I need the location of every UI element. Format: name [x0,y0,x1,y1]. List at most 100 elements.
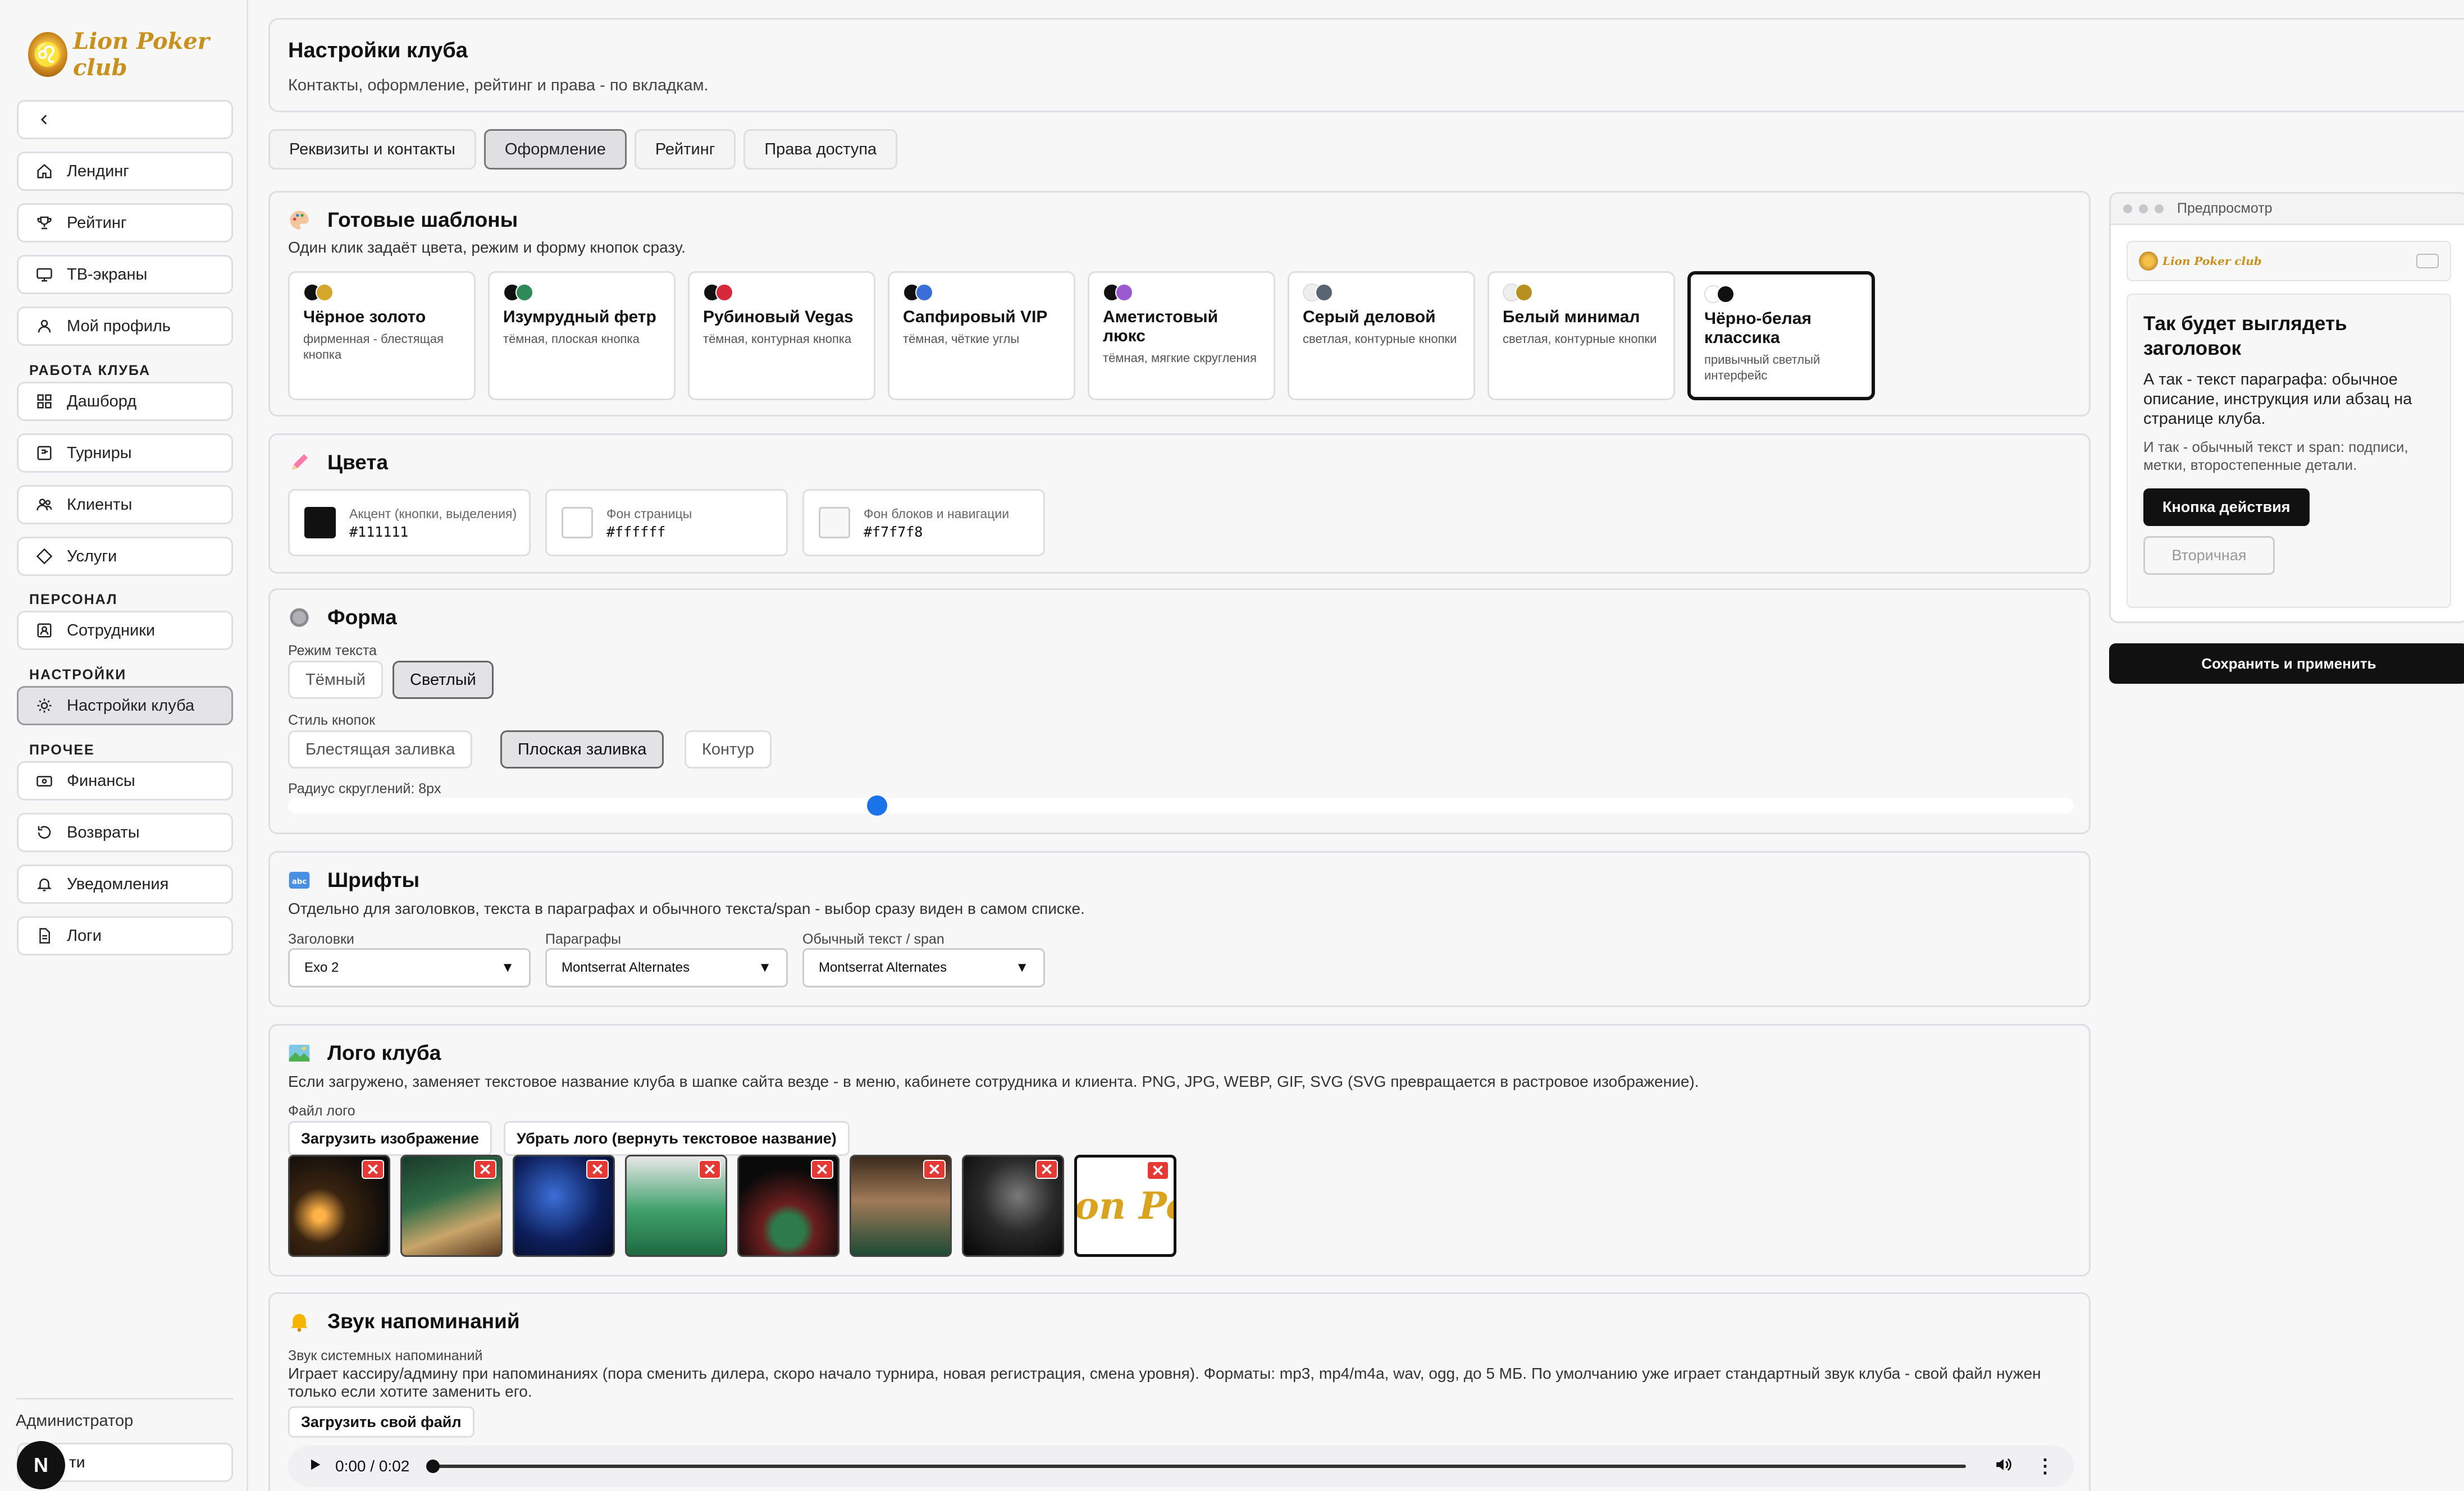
preview-nav: Lion Poker club [2127,241,2451,281]
logo-subtitle: Если загружено, заменяет текстовое назва… [288,1073,1699,1090]
pencil-icon [288,451,311,474]
logo-thumbnail[interactable]: ✕ [962,1155,1064,1257]
page-bg-swatch[interactable] [562,507,593,538]
template-name: Серый деловой [1303,308,1436,326]
radius-slider-thumb[interactable] [867,795,888,816]
sidebar-item-tournaments[interactable]: Турниры [17,433,233,473]
radius-label: Радиус скруглений: 8px [288,781,441,797]
templates-card: Готовые шаблоны Один клик задаёт цвета, … [268,191,2091,417]
logo-thumbnail[interactable]: ✕ [737,1155,839,1257]
sidebar-item-dashboard[interactable]: Дашборд [17,382,233,421]
delete-icon[interactable]: ✕ [923,1160,946,1179]
remove-logo-button[interactable]: Убрать лого (вернуть текстовое название) [504,1121,850,1156]
delete-icon[interactable]: ✕ [699,1160,721,1179]
template-card[interactable]: Рубиновый Vegas тёмная, контурная кнопка [688,271,875,400]
template-card[interactable]: Серый деловой светлая, контурные кнопки [1288,271,1475,400]
logo-thumbnail[interactable]: ✕ [288,1155,390,1257]
sidebar-item-notifications[interactable]: Уведомления [17,865,233,904]
sidebar-item-finance[interactable]: Финансы [17,761,233,801]
sidebar-item-label: Мой профиль [67,317,171,335]
upload-logo-button[interactable]: Загрузить изображение [288,1121,492,1156]
template-color-dot [915,283,933,301]
more-options-icon[interactable]: ⋮ [2036,1455,2055,1478]
sidebar-item-rating[interactable]: Рейтинг [17,203,233,243]
sidebar-item-logs[interactable]: Логи [17,916,233,955]
tab-requisites[interactable]: Реквизиты и контакты [268,129,476,170]
abc-icon: abc [288,869,311,891]
save-apply-button[interactable]: Сохранить и применить [2109,643,2464,684]
templates-title: Готовые шаблоны [288,208,518,232]
tab-permissions[interactable]: Права доступа [743,129,898,170]
template-name: Чёрно-белая классика [1704,309,1812,347]
sidebar-item-clients[interactable]: Клиенты [17,485,233,524]
radius-slider[interactable] [288,795,2074,816]
audio-progress[interactable] [426,1460,1966,1473]
id-badge-icon [34,620,54,641]
button-style-flat[interactable]: Плоская заливка [500,730,664,769]
sound-label: Звук системных напоминаний [288,1348,483,1364]
logo-thumbnail[interactable]: ✕ [850,1155,952,1257]
preview-secondary-button[interactable]: Вторичная [2143,536,2275,575]
delete-icon[interactable]: ✕ [1035,1160,1058,1179]
preview-bar: Предпросмотр [2111,194,2464,225]
template-color-dot [1315,283,1333,301]
logo-thumbnail[interactable]: ✕ [625,1155,727,1257]
sidebar-item-label: Услуги [67,547,117,565]
sidebar-item-services[interactable]: Услуги [17,537,233,576]
avatar[interactable]: N [17,1441,65,1489]
text-mode-label: Режим текста [288,643,377,658]
delete-icon[interactable]: ✕ [474,1160,496,1179]
brand-logo[interactable]: ♌ Lion Poker club [28,28,247,81]
upload-sound-button[interactable]: Загрузить свой файл [288,1406,474,1438]
page-bg-color-picker[interactable]: Фон страницы #ffffff [545,489,788,556]
delete-icon[interactable]: ✕ [1147,1161,1169,1180]
tab-appearance[interactable]: Оформление [483,129,627,170]
tab-rating[interactable]: Рейтинг [634,129,736,170]
accent-swatch[interactable] [304,507,336,538]
sidebar-item-tv[interactable]: ТВ-экраны [17,255,233,294]
template-desc: тёмная, плоская кнопка [503,332,640,346]
sidebar-item-label: ТВ-экраны [67,265,148,283]
sidebar-item-refunds[interactable]: Возвраты [17,813,233,852]
template-card[interactable]: Аметистовый люкс тёмная, мягкие скруглен… [1088,271,1275,400]
block-bg-swatch[interactable] [819,507,850,538]
volume-icon[interactable] [1994,1455,2013,1478]
delete-icon[interactable]: ✕ [362,1160,384,1179]
delete-icon[interactable]: ✕ [811,1160,833,1179]
colors-card: Цвета Акцент (кнопки, выделения) #111111… [268,433,2091,574]
logo-thumbnail[interactable]: ✕ [513,1155,615,1257]
sidebar-item-label: Лендинг [67,162,129,180]
sidebar-item-profile[interactable]: Мой профиль [17,307,233,346]
circle-icon [288,606,311,629]
delete-icon[interactable]: ✕ [586,1160,609,1179]
color-value: #111111 [349,523,409,540]
sidebar-item-landing[interactable]: Лендинг [17,152,233,191]
sidebar-item-label: Рейтинг [67,213,127,232]
color-value: #f7f7f8 [864,523,923,540]
block-bg-color-picker[interactable]: Фон блоков и навигации #f7f7f8 [802,489,1045,556]
template-card-selected[interactable]: Чёрно-белая классика привычный светлый и… [1687,271,1875,400]
heading-font-select[interactable]: Exo 2 ▼ [288,948,531,987]
sidebar-item-club-settings[interactable]: Настройки клуба [17,686,233,725]
audio-progress-thumb[interactable] [426,1460,440,1473]
play-icon[interactable] [307,1457,323,1476]
button-style-glossy[interactable]: Блестящая заливка [288,730,473,769]
collapse-sidebar-button[interactable] [17,100,233,139]
text-mode-light-button[interactable]: Светлый [393,661,494,699]
template-card[interactable]: Белый минимал светлая, контурные кнопки [1487,271,1675,400]
template-color-dot [316,283,334,301]
span-font-select[interactable]: Montserrat Alternates ▼ [802,948,1045,987]
page-subtitle: Контакты, оформление, рейтинг и права - … [288,76,709,94]
template-card[interactable]: Чёрное золото фирменная - блестящая кноп… [288,271,476,400]
logo-thumbnail-selected[interactable]: ion Po ✕ [1074,1155,1176,1257]
sidebar-item-staff[interactable]: Сотрудники [17,611,233,650]
dropdown-arrow-icon: ▼ [758,960,772,975]
template-card[interactable]: Изумрудный фетр тёмная, плоская кнопка [488,271,676,400]
preview-primary-button[interactable]: Кнопка действия [2143,488,2310,526]
logo-thumbnail[interactable]: ✕ [400,1155,503,1257]
template-card[interactable]: Сапфировый VIP тёмная, чёткие углы [888,271,1075,400]
paragraph-font-select[interactable]: Montserrat Alternates ▼ [545,948,788,987]
accent-color-picker[interactable]: Акцент (кнопки, выделения) #111111 [288,489,531,556]
button-style-outline[interactable]: Контур [685,730,772,769]
text-mode-dark-button[interactable]: Тёмный [288,661,383,699]
